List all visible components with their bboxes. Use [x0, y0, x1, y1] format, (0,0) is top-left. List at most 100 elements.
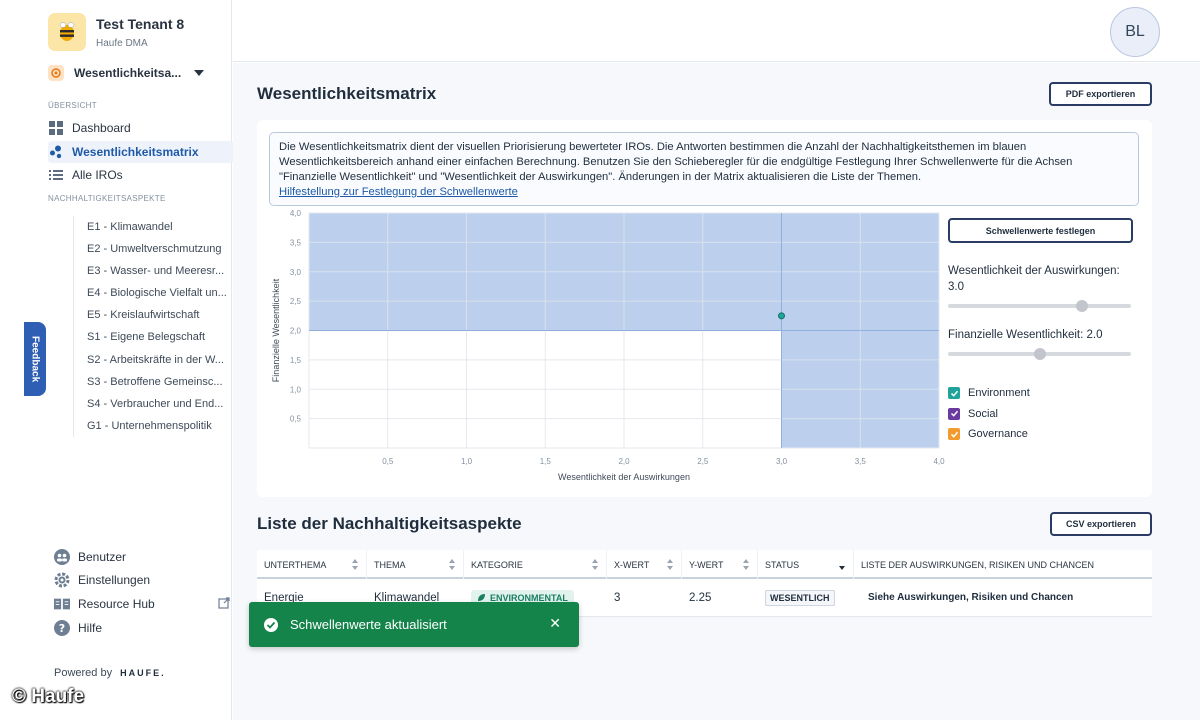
- aspect-item-g1[interactable]: G1 - Unternehmenspolitik: [74, 415, 235, 437]
- pdf-export-button[interactable]: PDF exportieren: [1049, 82, 1152, 106]
- top-bar: BL: [233, 0, 1200, 62]
- avatar[interactable]: BL: [1110, 7, 1160, 57]
- social-checkbox[interactable]: [948, 407, 960, 420]
- column-thema[interactable]: THEMA: [367, 550, 464, 579]
- external-link-icon: [218, 596, 230, 612]
- aspect-item-e4[interactable]: E4 - Biologische Vielfalt un...: [74, 282, 235, 304]
- powered-by: Powered by HAUFE.: [54, 667, 166, 679]
- y-tick-label: 1,0: [290, 385, 302, 394]
- impact-slider-thumb[interactable]: [1076, 300, 1089, 312]
- aspect-item-s2[interactable]: S2 - Arbeitskräfte in der W...: [74, 349, 235, 371]
- y-tick-label: 2,0: [290, 327, 302, 336]
- tenant-logo-icon: [48, 13, 86, 51]
- column-status[interactable]: STATUS: [758, 550, 854, 579]
- legend-environment[interactable]: Environment: [948, 383, 1138, 404]
- aspect-item-e3[interactable]: E3 - Wasser- und Meeresr...: [74, 260, 235, 282]
- nav-alle-iros[interactable]: Alle IROs: [48, 164, 234, 186]
- nav-benutzer-label: Benutzer: [78, 550, 127, 564]
- matrix-card: Die Wesentlichkeitsmatrix dient der visu…: [257, 120, 1152, 497]
- nav-resource-hub[interactable]: Resource Hub: [54, 593, 240, 615]
- legend-social[interactable]: Social: [948, 404, 1138, 425]
- column-status-label: STATUS: [765, 559, 800, 570]
- sort-desc-icon[interactable]: [839, 559, 845, 570]
- aspect-item-s3[interactable]: S3 - Betroffene Gemeinsc...: [74, 371, 235, 393]
- assessment-selector-label: Wesentlichkeitsa...: [74, 66, 182, 80]
- financial-slider-thumb[interactable]: [1033, 348, 1046, 360]
- column-y-wert-label: Y-WERT: [689, 559, 724, 570]
- cell-y-value: 2.25: [689, 591, 712, 604]
- tenant-name: Test Tenant 8: [96, 16, 185, 32]
- set-thresholds-button[interactable]: Schwellenwerte festlegen: [948, 218, 1133, 243]
- nav-benutzer[interactable]: Benutzer: [54, 546, 240, 568]
- x-tick-label: 1,0: [461, 457, 473, 466]
- nav-einstellungen[interactable]: Einstellungen: [54, 569, 240, 591]
- legend-governance[interactable]: Governance: [948, 424, 1138, 445]
- environment-checkbox[interactable]: [948, 387, 960, 400]
- sort-icon[interactable]: [592, 559, 598, 570]
- materiality-matrix-chart: 0,5 1,0 1,5 2,0 2,5 3,0 3,5 4,0 4,0 3,5 3,0 2,5 2,0 1…: [271, 209, 945, 482]
- impact-slider-label: Wesentlichkeit der Auswirkungen: 3.0: [948, 265, 1120, 293]
- x-tick-label: 1,5: [540, 457, 552, 466]
- threshold-panel: Schwellenwerte festlegen Wesentlichkeit …: [948, 218, 1138, 445]
- x-tick-label: 2,0: [618, 457, 630, 466]
- page-title: Wesentlichkeitsmatrix: [257, 84, 437, 103]
- aspect-item-e5[interactable]: E5 - Kreislaufwirtschaft: [74, 304, 235, 326]
- gear-icon: [54, 572, 70, 588]
- nav-hilfe-label: Hilfe: [78, 621, 103, 635]
- sort-icon[interactable]: [667, 559, 673, 570]
- close-icon[interactable]: ✕: [549, 615, 561, 632]
- column-thema-label: THEMA: [374, 559, 406, 570]
- data-point: [778, 312, 785, 320]
- svg-text:?: ?: [59, 622, 65, 635]
- users-icon: [54, 549, 70, 565]
- column-y-wert[interactable]: Y-WERT: [682, 550, 758, 579]
- chevron-down-icon[interactable]: [194, 70, 204, 76]
- list-icon: [48, 167, 64, 183]
- aspect-item-s4[interactable]: S4 - Verbraucher und End...: [74, 393, 235, 415]
- nav-einstellungen-label: Einstellungen: [78, 573, 151, 587]
- nav-dashboard[interactable]: Dashboard: [48, 117, 234, 139]
- impact-slider-track[interactable]: [948, 304, 1131, 308]
- y-tick-label: 4,0: [290, 209, 302, 218]
- nav-alle-iros-label: Alle IROs: [72, 168, 123, 182]
- nav-wesentlichkeitsmatrix[interactable]: Wesentlichkeitsmatrix: [48, 141, 234, 163]
- governance-checkbox[interactable]: [948, 428, 960, 441]
- status-badge: WESENTLICH: [765, 589, 835, 606]
- y-tick-label: 0,5: [290, 415, 302, 424]
- x-tick-label: 4,0: [933, 457, 945, 466]
- aspect-item-s1[interactable]: S1 - Eigene Belegschaft: [74, 326, 235, 348]
- table-header: UNTERTHEMA THEMA KATEGORIE X-WERT Y-WERT…: [257, 550, 1152, 579]
- assessment-selector[interactable]: Wesentlichkeitsa...: [48, 63, 228, 83]
- sort-icon[interactable]: [352, 559, 358, 570]
- toast-message: Schwellenwerte aktualisiert: [290, 617, 447, 632]
- nav-wesentlichkeitsmatrix-label: Wesentlichkeitsmatrix: [72, 145, 199, 159]
- feedback-tab[interactable]: Feedback: [24, 322, 46, 396]
- sort-icon[interactable]: [449, 559, 455, 570]
- column-unterthema[interactable]: UNTERTHEMA: [257, 550, 367, 579]
- x-tick-label: 3,5: [855, 457, 867, 466]
- haufe-logo: HAUFE.: [120, 668, 166, 678]
- check-circle-icon: [264, 617, 278, 632]
- aspect-item-e1[interactable]: E1 - Klimawandel: [74, 216, 235, 238]
- nav-hilfe[interactable]: ? Hilfe: [54, 617, 240, 639]
- success-toast: Schwellenwerte aktualisiert ✕: [249, 602, 579, 647]
- legend-governance-label: Governance: [968, 428, 1028, 441]
- column-x-wert[interactable]: X-WERT: [607, 550, 682, 579]
- list-title: Liste der Nachhaltigkeitsaspekte: [257, 514, 522, 533]
- tenant-switcher[interactable]: Test Tenant 8 Haufe DMA: [48, 13, 232, 53]
- y-tick-label: 3,5: [290, 238, 302, 247]
- financial-slider-label: Finanzielle Wesentlichkeit: 2.0: [948, 329, 1103, 341]
- matrix-icon: [48, 144, 64, 160]
- csv-export-button[interactable]: CSV exportieren: [1050, 512, 1152, 536]
- financial-slider[interactable]: [948, 347, 1131, 361]
- column-kategorie-label: KATEGORIE: [471, 559, 523, 570]
- x-tick-label: 3,0: [776, 457, 788, 466]
- x-tick-label: 0,5: [382, 457, 394, 466]
- impact-slider[interactable]: [948, 299, 1131, 313]
- aspect-item-e2[interactable]: E2 - Umweltverschmutzung: [74, 238, 235, 260]
- column-kategorie[interactable]: KATEGORIE: [464, 550, 607, 579]
- powered-by-label: Powered by: [54, 667, 113, 679]
- iro-link[interactable]: Siehe Auswirkungen, Risiken und Chancen: [854, 579, 1152, 616]
- sort-icon[interactable]: [743, 559, 749, 570]
- tenant-subtitle: Haufe DMA: [96, 38, 148, 49]
